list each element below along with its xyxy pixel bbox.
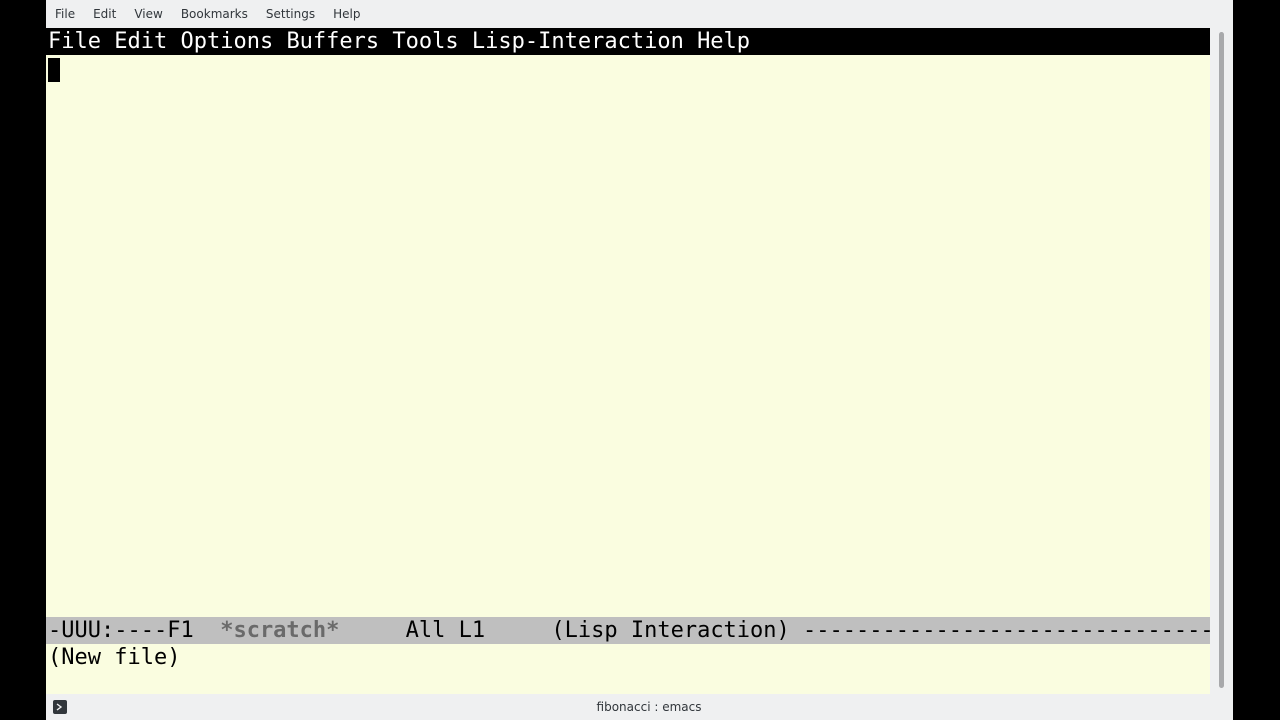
konsole-menu-view[interactable]: View [125, 0, 171, 28]
terminal-area[interactable]: File Edit Options Buffers Tools Lisp-Int… [46, 28, 1210, 694]
minibuffer-message: (New file) [48, 645, 181, 670]
modeline-buffer-name: *scratch* [220, 618, 340, 643]
emacs-minibuffer: (New file) [46, 644, 1210, 671]
emacs-menu-edit[interactable]: Edit [114, 29, 167, 54]
konsole-menubar: File Edit View Bookmarks Settings Help [46, 0, 1233, 28]
konsole-menu-settings[interactable]: Settings [257, 0, 324, 28]
tab-title[interactable]: fibonacci : emacs [46, 694, 1252, 720]
modeline-fill: ----------------------------------------… [803, 618, 1210, 643]
emacs-modeline: -UUU:----F1 *scratch* All L1 (Lisp Inter… [46, 617, 1210, 644]
konsole-menu-help[interactable]: Help [324, 0, 369, 28]
scrollbar-thumb[interactable] [1219, 32, 1224, 688]
emacs-menu-buffers[interactable]: Buffers [286, 29, 379, 54]
emacs-menu-help[interactable]: Help [697, 29, 750, 54]
vertical-scrollbar[interactable] [1210, 28, 1233, 694]
text-cursor [48, 58, 60, 82]
konsole-menu-file[interactable]: File [46, 0, 84, 28]
konsole-menu-bookmarks[interactable]: Bookmarks [172, 0, 257, 28]
tab-bar: fibonacci : emacs [46, 694, 1233, 720]
emacs-menu-tools[interactable]: Tools [392, 29, 458, 54]
modeline-status: -UUU:----F1 [48, 618, 194, 643]
konsole-menu-edit[interactable]: Edit [84, 0, 125, 28]
emacs-menubar: File Edit Options Buffers Tools Lisp-Int… [46, 28, 1210, 55]
modeline-position: All L1 [405, 618, 486, 643]
emacs-menu-options[interactable]: Options [180, 29, 273, 54]
konsole-window: File Edit View Bookmarks Settings Help F… [46, 0, 1233, 720]
emacs-menu-file[interactable]: File [48, 29, 101, 54]
modeline-mode: (Lisp Interaction) [551, 618, 790, 643]
emacs-menu-lisp-interaction[interactable]: Lisp-Interaction [472, 29, 684, 54]
